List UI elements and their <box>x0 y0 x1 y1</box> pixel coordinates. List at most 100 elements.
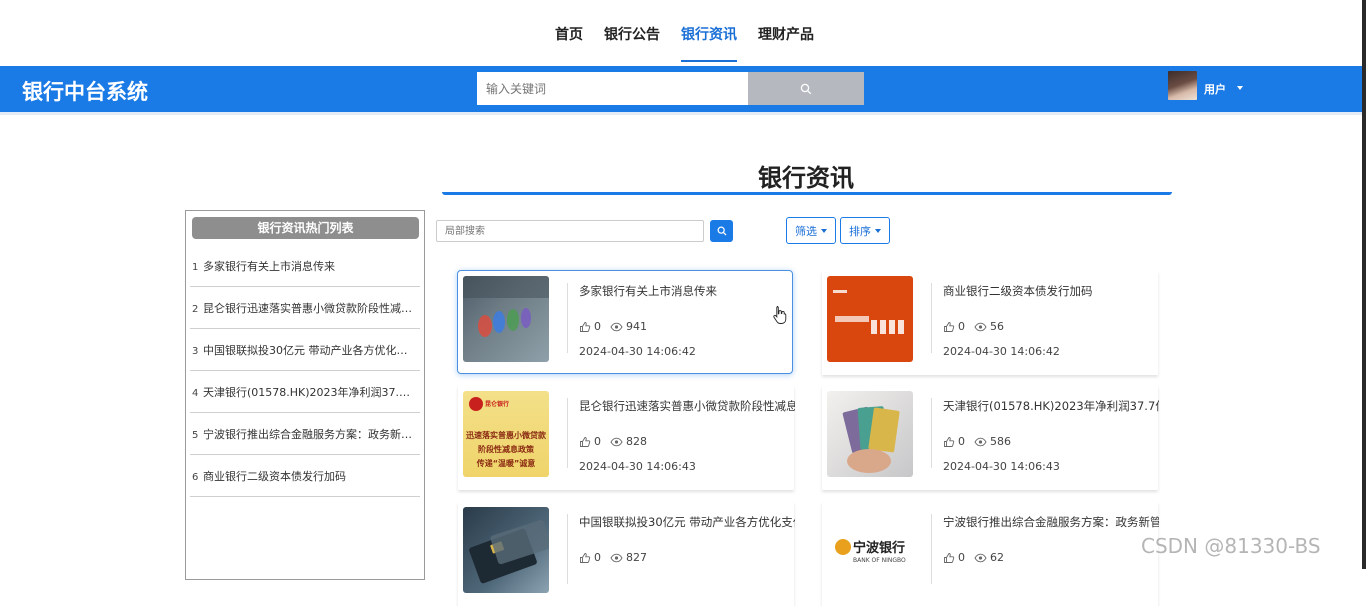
local-search-input[interactable] <box>436 220 704 242</box>
list-item-text: 天津银行(01578.HK)2023年净利润37.7亿元 <box>203 385 417 399</box>
nav-menu: 首页 银行公告 银行资讯 理财产品 <box>555 0 835 66</box>
card-divider <box>931 514 932 584</box>
thumbnail-caption-line: 迅速落实普惠小微贷款 <box>466 431 546 440</box>
search-icon <box>800 83 812 94</box>
window-edge <box>1362 0 1366 569</box>
news-thumbnail <box>827 391 913 477</box>
card-date: 2024-04-30 14:06:43 <box>579 460 696 473</box>
news-card[interactable]: 宁波银行 BANK OF NINGBO 宁波银行推出综合金融服务方案：政务新管家… <box>822 502 1159 606</box>
user-menu-label[interactable]: 用户 <box>1204 81 1226 97</box>
thumbs-up-icon <box>944 321 955 332</box>
eye-icon <box>974 437 987 446</box>
card-stats: 0 827 <box>579 551 647 564</box>
ningbo-logo-icon <box>835 539 851 555</box>
list-item[interactable]: 4 天津银行(01578.HK)2023年净利润37.7亿元 <box>190 371 420 413</box>
news-card[interactable]: 中国银联拟投30亿元 带动产业各方优化支付服务 0 827 <box>458 502 795 606</box>
sort-label: 排序 <box>849 224 871 238</box>
card-stats: 0 941 <box>579 320 647 333</box>
page-title: 银行资讯 <box>758 164 854 192</box>
nav-wealth-products[interactable]: 理财产品 <box>758 0 814 66</box>
view-count: 941 <box>626 320 647 333</box>
list-item-text: 商业银行二级资本债发行加码 <box>203 469 346 483</box>
thumbnail-logo-text: 昆仑银行 <box>485 401 510 408</box>
thumbnail-caption-line: 传递“温暖”诚意 <box>476 459 536 468</box>
rank-number: 6 <box>192 472 199 483</box>
nav-bank-announcements[interactable]: 银行公告 <box>604 0 660 66</box>
rank-number: 2 <box>192 304 199 315</box>
eye-icon <box>974 322 987 331</box>
title-underline <box>442 192 1172 195</box>
sort-dropdown[interactable]: 排序 <box>840 217 890 244</box>
news-thumbnail: 昆仑银行 迅速落实普惠小微贷款 阶段性减息政策 传递“温暖”诚意 <box>463 391 549 477</box>
top-nav: 首页 银行公告 银行资讯 理财产品 <box>0 0 1366 66</box>
like-count: 0 <box>594 435 601 448</box>
avatar[interactable] <box>1168 71 1197 100</box>
card-stats: 0 56 <box>943 320 1004 333</box>
list-item-text: 宁波银行推出综合金融服务方案：政务新管家 <box>203 427 417 441</box>
like-count: 0 <box>594 320 601 333</box>
news-card[interactable]: 天津银行(01578.HK)2023年净利润37.7亿元 0 586 2024-… <box>822 386 1159 490</box>
card-title: 天津银行(01578.HK)2023年净利润37.7亿元 <box>943 399 1159 413</box>
card-title: 中国银联拟投30亿元 带动产业各方优化支付服务 <box>579 515 795 529</box>
like-count: 0 <box>958 320 965 333</box>
like-count: 0 <box>958 551 965 564</box>
rank-number: 5 <box>192 430 199 441</box>
card-date: 2024-04-30 14:06:42 <box>579 345 696 358</box>
search-button[interactable] <box>748 72 864 105</box>
eye-icon <box>974 553 987 562</box>
hand-cursor-icon <box>773 306 787 324</box>
list-item[interactable]: 6 商业银行二级资本债发行加码 <box>190 455 420 497</box>
thumbnail-caption-line: 阶段性减息政策 <box>478 445 534 454</box>
list-item[interactable]: 3 中国银联拟投30亿元 带动产业各方优化支付服务 <box>190 329 420 371</box>
card-title: 商业银行二级资本债发行加码 <box>943 284 1093 298</box>
view-count: 56 <box>990 320 1004 333</box>
news-card[interactable]: 多家银行有关上市消息传来 0 941 2024-04-30 14:06:42 <box>457 270 793 374</box>
thumbnail-caption: 迅速落实普惠小微贷款 阶段性减息政策 传递“温暖”诚意 <box>466 429 546 471</box>
header-bar: 银行中台系统 用户 <box>0 66 1362 112</box>
news-thumbnail: 宁波银行 BANK OF NINGBO <box>827 507 913 593</box>
news-card[interactable]: 商业银行二级资本债发行加码 0 56 2024-04-30 14:06:42 <box>822 271 1158 375</box>
thumbs-up-icon <box>580 321 591 332</box>
rank-number: 4 <box>192 388 199 399</box>
card-stats: 0 62 <box>943 551 1004 564</box>
view-count: 827 <box>626 551 647 564</box>
view-count: 62 <box>990 551 1004 564</box>
card-title: 宁波银行推出综合金融服务方案：政务新管家 <box>943 515 1159 529</box>
like-count: 0 <box>958 435 965 448</box>
rank-number: 1 <box>192 262 199 273</box>
thumbs-up-icon <box>580 552 591 563</box>
news-thumbnail <box>463 276 549 362</box>
card-divider <box>567 514 568 584</box>
news-card[interactable]: 昆仑银行 迅速落实普惠小微贷款 阶段性减息政策 传递“温暖”诚意 昆仑银行迅速落… <box>458 386 795 490</box>
card-divider <box>567 283 568 353</box>
card-title: 昆仑银行迅速落实普惠小微贷款阶段性减息政策 <box>579 399 795 413</box>
card-divider <box>931 398 932 468</box>
like-count: 0 <box>594 551 601 564</box>
search-icon <box>717 226 726 236</box>
thumbs-up-icon <box>944 436 955 447</box>
search-input[interactable] <box>477 72 749 105</box>
watermark: CSDN @81330-BS <box>1141 534 1321 558</box>
thumbnail-logo-text: 宁波银行 <box>853 541 906 556</box>
card-title: 多家银行有关上市消息传来 <box>579 284 717 298</box>
thumbs-up-icon <box>580 436 591 447</box>
eye-icon <box>610 437 623 446</box>
filter-label: 筛选 <box>795 224 817 238</box>
local-search-button[interactable] <box>710 220 733 242</box>
nav-bank-news[interactable]: 银行资讯 <box>681 0 737 66</box>
bank-logo-icon <box>469 397 483 411</box>
card-date: 2024-04-30 14:06:42 <box>943 345 1060 358</box>
chevron-down-icon[interactable] <box>1237 86 1243 90</box>
eye-icon <box>610 322 623 331</box>
card-stats: 0 586 <box>943 435 1011 448</box>
card-stats: 0 828 <box>579 435 647 448</box>
list-item[interactable]: 5 宁波银行推出综合金融服务方案：政务新管家 <box>190 413 420 455</box>
filter-dropdown[interactable]: 筛选 <box>786 217 836 244</box>
nav-home[interactable]: 首页 <box>555 0 583 66</box>
list-item[interactable]: 2 昆仑银行迅速落实普惠小微贷款阶段性减息政策 <box>190 287 420 329</box>
caret-down-icon <box>875 228 881 233</box>
list-item[interactable]: 1 多家银行有关上市消息传来 <box>190 245 420 287</box>
card-date: 2024-04-30 14:06:43 <box>943 460 1060 473</box>
news-thumbnail <box>463 507 549 593</box>
list-item-text: 中国银联拟投30亿元 带动产业各方优化支付服务 <box>203 343 417 357</box>
